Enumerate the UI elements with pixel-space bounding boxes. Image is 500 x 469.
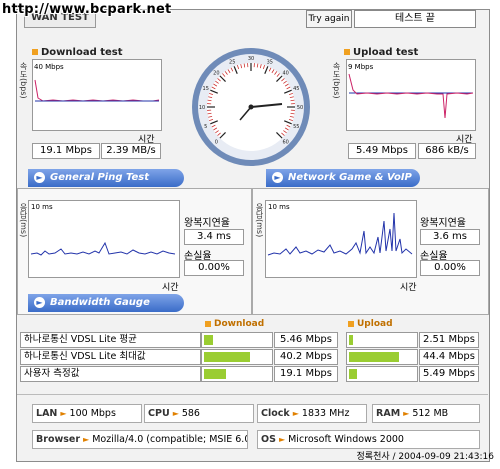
gauge-tick-label: 10 xyxy=(199,105,205,111)
bw-upload-value: 5.49 Mbps xyxy=(419,366,479,382)
bw-row-label: 하나로통신 VDSL Lite 최대값 xyxy=(20,349,201,365)
bullet-icon xyxy=(344,49,350,55)
ping-xlabel: 시간 xyxy=(162,283,179,293)
gauge-tick-label: 0 xyxy=(215,140,218,146)
bullet-icon xyxy=(32,49,38,55)
upload-line xyxy=(348,73,474,119)
upload-kbs: 686 kB/s xyxy=(418,143,476,159)
arrow-icon: ► xyxy=(34,296,45,308)
arrow-icon: ► xyxy=(172,409,179,418)
ping-rtt: 3.4 ms xyxy=(184,229,244,245)
ping-rtt-label: 왕복지연율 xyxy=(184,218,230,229)
download-mbps: 19.1 Mbps xyxy=(32,143,100,159)
banner-game: ►Network Game & VoIP Test xyxy=(266,169,420,201)
gauge-tick-label: 30 xyxy=(248,56,254,62)
arrow-icon: ► xyxy=(83,435,90,444)
upload-graph: 9 Mbps xyxy=(346,59,476,131)
watermark: http://www.bcpark.net xyxy=(2,2,172,17)
banner-bandwidth: ► Bandwidth Gauge xyxy=(28,294,184,312)
bw-upload-bar xyxy=(346,349,418,365)
os-info: OS ► Microsoft Windows 2000 xyxy=(257,430,480,449)
gauge-tick-label: 55 xyxy=(293,124,299,130)
arrow-icon: ► xyxy=(403,409,410,418)
gauge-tick-label: 25 xyxy=(229,60,235,66)
bw-download-value: 5.46 Mbps xyxy=(274,332,338,348)
game-rtt-label: 왕복지연율 xyxy=(420,218,466,229)
bw-download-bar xyxy=(201,332,273,348)
gauge-tick-label: 20 xyxy=(213,70,219,76)
download-ylabel: 속도(bps) xyxy=(19,62,28,99)
arrow-icon: ► xyxy=(34,171,45,183)
game-rtt: 3.6 ms xyxy=(420,229,480,245)
bw-upload-bar xyxy=(346,332,418,348)
gauge-tick-label: 60 xyxy=(282,140,288,146)
ping-line xyxy=(30,241,176,256)
arrow-icon: ► xyxy=(278,435,286,444)
signature: 정록천사 / 2004-09-09 21:43:16 xyxy=(356,452,494,462)
game-line xyxy=(267,212,413,256)
download-line xyxy=(34,79,160,102)
try-again-button[interactable]: Try again xyxy=(306,10,352,28)
arrow-icon: ► xyxy=(272,171,283,183)
bw-download-value: 40.2 Mbps xyxy=(274,349,338,365)
bw-upload-fill xyxy=(349,335,353,345)
gauge-tick-label: 35 xyxy=(267,60,273,66)
game-loss: 0.00% xyxy=(420,260,480,276)
upload-mbps: 5.49 Mbps xyxy=(348,143,416,159)
status-box: 테스트 끝 xyxy=(354,10,476,28)
bw-upload-bar xyxy=(346,366,418,382)
gauge-tick-label: 40 xyxy=(282,70,288,76)
ram-info: RAM ► 512 MB xyxy=(372,404,480,423)
arrow-icon: ► xyxy=(292,409,299,418)
ping-graph: 10 ms xyxy=(28,200,180,278)
clock-info: Clock ► 1833 MHz xyxy=(257,404,367,423)
bw-download-header: Download xyxy=(205,319,264,329)
download-mbs: 2.39 MB/s xyxy=(101,143,161,159)
bw-download-fill xyxy=(204,369,226,379)
lan-info: LAN ► 100 Mbps xyxy=(32,404,142,423)
speed-gauge: 0 5 10 15 20 25 30 35 40 45 50 55 60 xyxy=(192,48,310,166)
bw-upload-value: 44.4 Mbps xyxy=(419,349,479,365)
ping-loss: 0.00% xyxy=(184,260,244,276)
gauge-tick-label: 5 xyxy=(204,124,207,130)
browser-info: Browser ► Mozilla/4.0 (compatible; MSIE 6.… xyxy=(32,430,248,449)
game-graph: 10 ms xyxy=(265,200,417,278)
bw-download-bar xyxy=(201,366,273,382)
gauge-tick-label: 45 xyxy=(293,86,299,92)
upload-ylabel: 속도(bps) xyxy=(332,62,341,99)
bw-download-fill xyxy=(204,335,213,345)
bw-row-label: 사용자 측정값 xyxy=(20,366,201,382)
gauge-tick-label: 15 xyxy=(203,86,209,92)
bw-download-bar xyxy=(201,349,273,365)
bw-download-value: 19.1 Mbps xyxy=(274,366,338,382)
banner-ping: ► General Ping Test xyxy=(28,169,184,187)
bullet-icon xyxy=(348,320,354,327)
download-graph: 40 Mbps xyxy=(32,59,162,131)
game-xlabel: 시간 xyxy=(400,283,417,293)
arrow-icon: ► xyxy=(60,409,67,418)
download-title: Download test xyxy=(32,47,123,58)
bw-upload-value: 2.51 Mbps xyxy=(419,332,479,348)
bw-row-label: 하나로통신 VDSL Lite 평균 xyxy=(20,332,201,348)
upload-title: Upload test xyxy=(344,47,418,58)
game-ylabel: 응답(ms) xyxy=(255,203,264,238)
bw-upload-fill xyxy=(349,352,399,362)
bw-upload-header: Upload xyxy=(348,319,393,329)
cpu-info: CPU ► 586 xyxy=(144,404,254,423)
bullet-icon xyxy=(205,320,211,327)
bw-upload-fill xyxy=(349,369,357,379)
bw-download-fill xyxy=(204,352,250,362)
gauge-tick-label: 50 xyxy=(297,105,303,111)
